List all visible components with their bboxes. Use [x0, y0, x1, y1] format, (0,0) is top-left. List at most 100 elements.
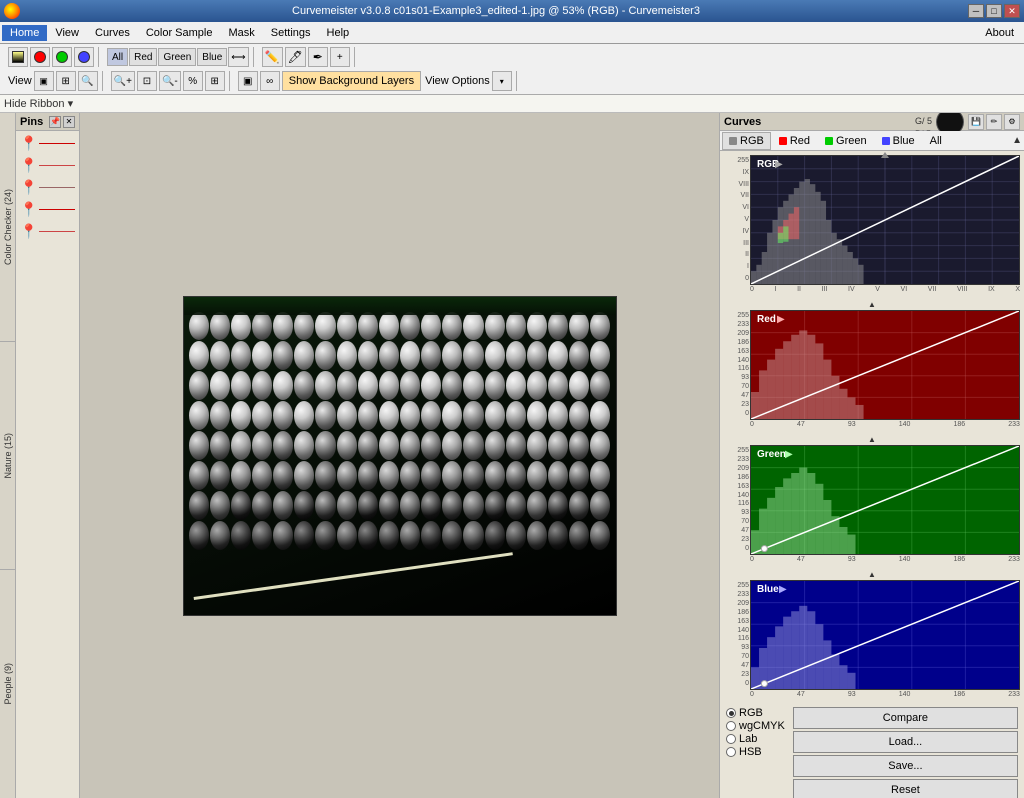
tab-blue[interactable]: Blue	[875, 132, 922, 150]
curves-settings-icon[interactable]: ⚙	[1004, 114, 1020, 130]
channel-blue-btn[interactable]: Blue	[197, 48, 227, 66]
pin-4-icon[interactable]: 📍	[20, 201, 37, 218]
green-title-label: Green	[757, 449, 786, 460]
menu-settings[interactable]: Settings	[263, 25, 319, 41]
toolbar-blue-btn[interactable]	[74, 47, 94, 67]
curves-edit-icon[interactable]: ✏	[986, 114, 1002, 130]
zoom-fit-btn[interactable]: ⊡	[137, 71, 157, 91]
pin-2-icon[interactable]: 📍	[20, 157, 37, 174]
view-btn1[interactable]: ▣	[34, 71, 54, 91]
tab-all[interactable]: All	[923, 132, 949, 150]
rgb-x-i: I	[775, 286, 777, 293]
radio-wgcmyk-circle	[726, 721, 736, 731]
rgb-y-viii: VIII	[724, 181, 749, 188]
load-button[interactable]: Load...	[793, 731, 1018, 753]
green-top-handle[interactable]: ▲	[868, 435, 876, 444]
red-top-handle[interactable]: ▲	[868, 300, 876, 309]
rgb-y-255: 255	[724, 157, 749, 164]
blue-curve-section: ▲ 255 233 209 186 163 140 116 93 70	[724, 570, 1020, 699]
rgb-x-viii: VIII	[957, 286, 968, 293]
show-bg-button[interactable]: Show Background Layers	[282, 71, 421, 91]
compare-button[interactable]: Compare	[793, 707, 1018, 729]
menu-mask[interactable]: Mask	[220, 25, 262, 41]
menu-curves[interactable]: Curves	[87, 25, 138, 41]
toolbar-black-btn[interactable]	[8, 47, 28, 67]
reset-button[interactable]: Reset	[793, 779, 1018, 798]
pin-item-2: 📍	[20, 157, 75, 173]
tab-red[interactable]: Red	[772, 132, 817, 150]
rgb-top-handle[interactable]	[881, 152, 889, 158]
toolbar-red-btn[interactable]	[30, 47, 50, 67]
channel-all-btn[interactable]: All	[107, 48, 128, 66]
pin-1-icon[interactable]: 📍	[20, 135, 37, 152]
view-opt-btn1[interactable]: ▣	[238, 71, 258, 91]
hide-ribbon-btn[interactable]: Hide Ribbon ▾	[4, 97, 73, 110]
green-y-labels: 255 233 209 186 163 140 116 93 70 47 23 …	[724, 445, 750, 564]
tool-plus[interactable]: +	[330, 47, 350, 67]
rgb-y-vi: VI	[724, 204, 749, 211]
pin-item-5: 📍	[20, 223, 75, 239]
green-handle-arrow[interactable]: ▶	[785, 449, 793, 460]
pins-panel: Pins 📌 ✕ 📍 📍 📍	[16, 113, 80, 798]
view-opt-btn2[interactable]: ∞	[260, 71, 280, 91]
zoom-percent-btn[interactable]: %	[183, 71, 203, 91]
blue-chart[interactable]: Blue ▶	[750, 580, 1020, 690]
rgb-x-labels: 0 I II III IV V VI VII VIII IX X	[750, 285, 1020, 294]
pins-pin-button[interactable]: 📌	[49, 116, 61, 128]
menu-color-sample[interactable]: Color Sample	[138, 25, 221, 41]
zoom-out-btn[interactable]: 🔍-	[159, 71, 181, 91]
curves-save-icon[interactable]: 💾	[968, 114, 984, 130]
tab-rgb[interactable]: RGB	[722, 132, 771, 150]
channel-arrow-btn[interactable]: ⟷	[228, 47, 248, 67]
red-curve-section: ▲ 255 233 209 186 163 140 116 93 70	[724, 300, 1020, 429]
radio-hsb[interactable]: HSB	[726, 746, 785, 758]
rgb-x-v: V	[875, 286, 880, 293]
toolbar-green-btn[interactable]	[52, 47, 72, 67]
tool-eyedropper3[interactable]: ✒	[308, 47, 328, 67]
red-handle-arrow[interactable]: ▶	[777, 314, 785, 325]
tool-eyedropper2[interactable]: 🖊	[285, 47, 306, 67]
save-button[interactable]: Save...	[793, 755, 1018, 777]
rgb-curve-section: 255 IX VIII VII VI V IV III II I 0	[724, 155, 1020, 294]
blue-handle-arrow[interactable]: ▶	[779, 584, 787, 595]
channel-red-btn[interactable]: Red	[129, 48, 157, 66]
pin-item-3: 📍	[20, 179, 75, 195]
green-chart[interactable]: Green ▶	[750, 445, 1020, 555]
view-btn3[interactable]: 🔍	[78, 71, 98, 91]
controls-section: RGB wgCMYK Lab	[722, 703, 1022, 798]
blue-top-handle[interactable]: ▲	[868, 570, 876, 579]
canvas-area[interactable]	[80, 113, 719, 798]
pins-close-button[interactable]: ✕	[63, 116, 75, 128]
about-button[interactable]: About	[977, 25, 1022, 41]
pin-5-icon[interactable]: 📍	[20, 223, 37, 240]
menu-help[interactable]: Help	[319, 25, 358, 41]
close-button[interactable]: ✕	[1004, 4, 1020, 18]
view-label: View	[8, 75, 32, 87]
pin-3-icon[interactable]: 📍	[20, 179, 37, 196]
radio-lab[interactable]: Lab	[726, 733, 785, 745]
maximize-button[interactable]: □	[986, 4, 1002, 18]
radio-wgcmyk[interactable]: wgCMYK	[726, 720, 785, 732]
view-options-arrow[interactable]: ▾	[492, 71, 512, 91]
tab-green[interactable]: Green	[818, 132, 874, 150]
side-tab-nature[interactable]: Nature (15)	[3, 429, 13, 483]
rgb-chart-container: RGB ▶ 0 I II III	[750, 155, 1020, 294]
side-tab-people[interactable]: People (9)	[3, 659, 13, 709]
red-chart[interactable]: Red ▶	[750, 310, 1020, 420]
zoom-in-btn[interactable]: 🔍+	[111, 71, 135, 91]
zoom-extra-btn[interactable]: ⊞	[205, 71, 225, 91]
rgb-handle-arrow[interactable]: ▶	[775, 159, 783, 170]
channel-green-btn[interactable]: Green	[158, 48, 196, 66]
image-content	[184, 297, 616, 615]
tab-red-dot	[779, 137, 787, 145]
rgb-x-ix: IX	[988, 286, 995, 293]
radio-group: RGB wgCMYK Lab	[726, 707, 785, 758]
tool-eyedropper1[interactable]: ✏️	[262, 47, 283, 67]
radio-rgb[interactable]: RGB	[726, 707, 785, 719]
menu-view[interactable]: View	[47, 25, 87, 41]
menu-home[interactable]: Home	[2, 25, 47, 41]
minimize-button[interactable]: ─	[968, 4, 984, 18]
view-btn2[interactable]: ⊞	[56, 71, 76, 91]
side-tab-color-checker[interactable]: Color Checker (24)	[3, 185, 13, 269]
rgb-chart[interactable]: RGB ▶	[750, 155, 1020, 285]
